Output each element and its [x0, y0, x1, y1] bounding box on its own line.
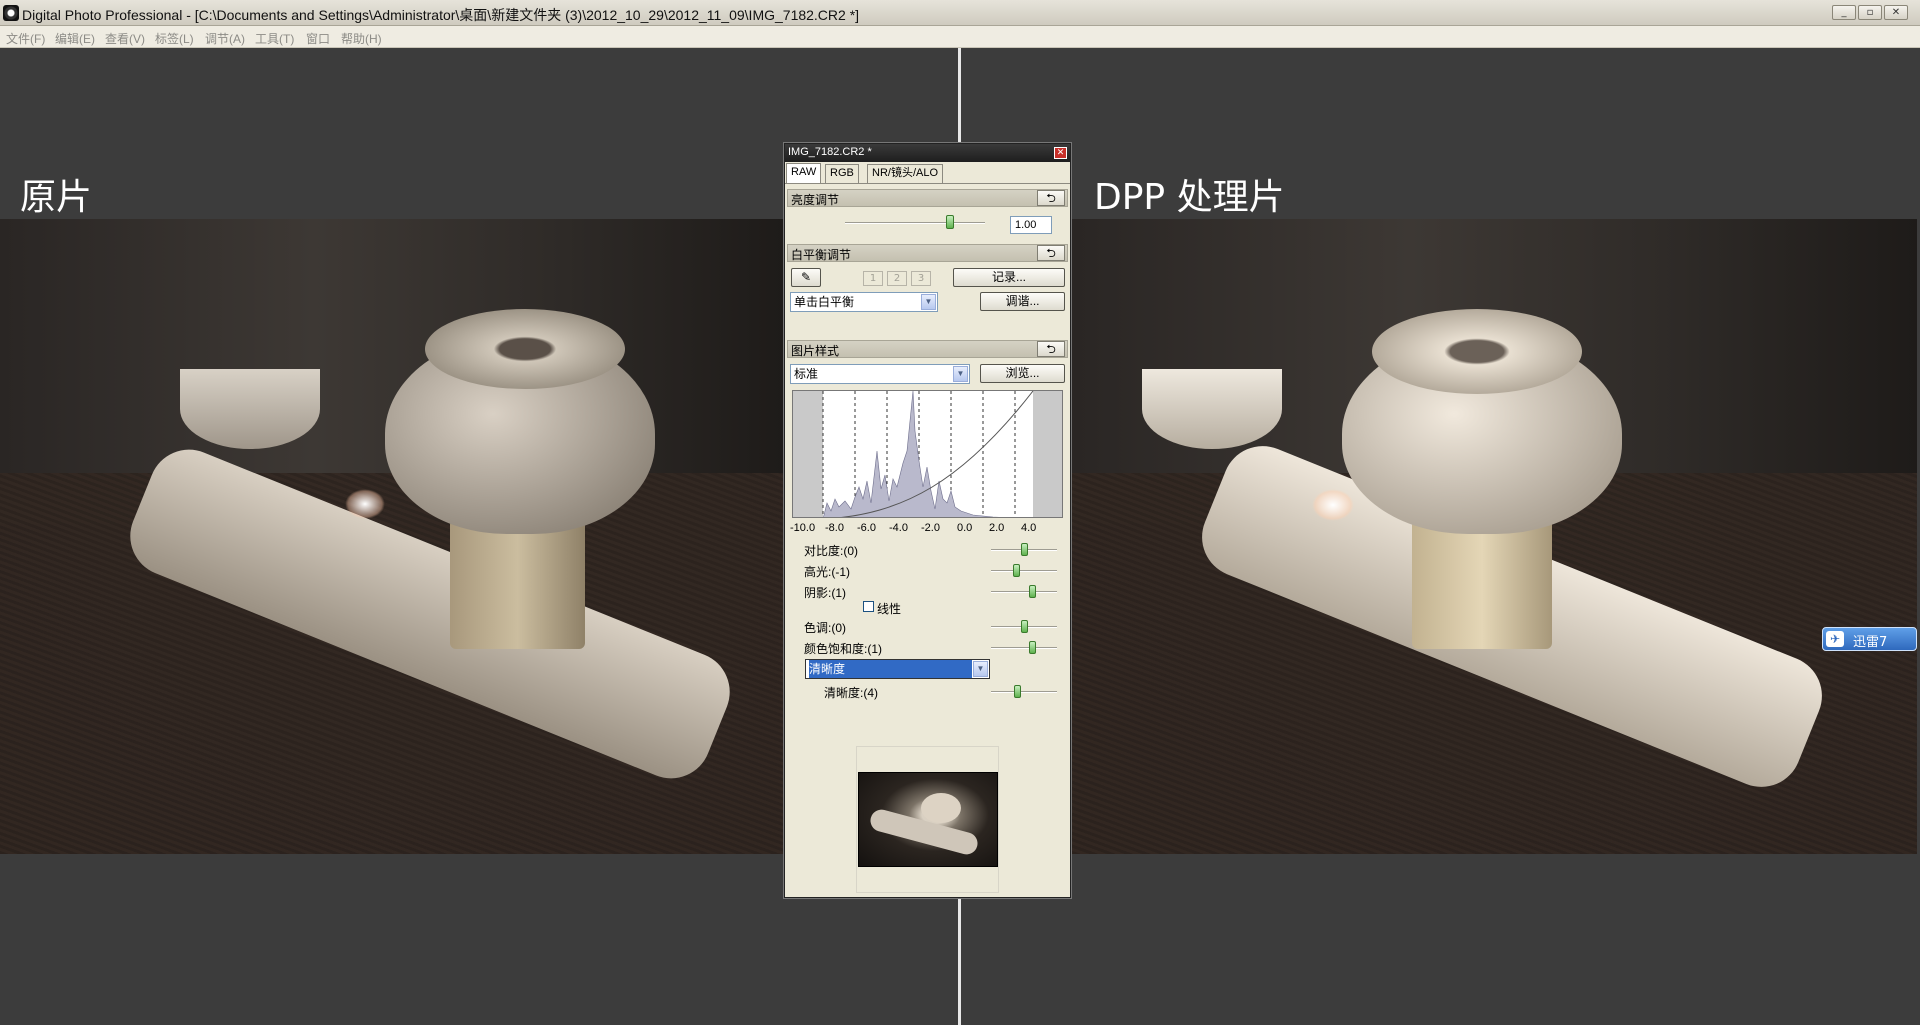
- linear-label: 线性: [877, 602, 902, 616]
- saturation-label: 颜色饱和度:(1): [804, 642, 883, 656]
- sharpness-slider-track[interactable]: [991, 691, 1057, 693]
- palette-title: IMG_7182.CR2 *: [788, 146, 872, 158]
- picture-style-select[interactable]: 标准 ▼: [790, 364, 970, 384]
- processed-pane-label: DPP 处理片: [1094, 177, 1285, 218]
- contrast-label: 对比度:(0): [804, 544, 859, 558]
- brightness-slider-track[interactable]: [845, 222, 985, 224]
- thumbnail-teapot: [921, 793, 961, 823]
- brightness-section-header: 亮度调节 ⮌: [787, 189, 1068, 207]
- photo-candle-glow: [345, 489, 385, 519]
- shadow-slider-thumb[interactable]: [1028, 585, 1036, 598]
- histogram-tick: 2.0: [989, 522, 1005, 534]
- saturation-slider-thumb[interactable]: [1028, 641, 1036, 654]
- histogram-tick: -6.0: [857, 522, 876, 534]
- photo-teapot-lid: [425, 309, 625, 389]
- xunlei-label: 迅雷7: [1853, 635, 1888, 650]
- brightness-value-field[interactable]: 1.00: [1010, 216, 1052, 234]
- original-photo[interactable]: [0, 219, 785, 854]
- wb-slot-2[interactable]: 2: [887, 271, 907, 286]
- sharpness-label: 清晰度:(4): [824, 686, 879, 700]
- palette-close-icon[interactable]: ✕: [1054, 147, 1067, 159]
- photo-teapot-stand: [450, 519, 585, 649]
- histogram-graphic: [793, 391, 1062, 517]
- eyedropper-icon: ✎: [800, 270, 812, 284]
- sharpness-slider-thumb[interactable]: [1014, 685, 1022, 698]
- wb-mode-select[interactable]: 单击白平衡 ▼: [790, 292, 938, 312]
- histogram-tick: -2.0: [921, 522, 940, 534]
- histogram-tick: -4.0: [889, 522, 908, 534]
- menu-tools[interactable]: 工具(T): [255, 30, 294, 47]
- xunlei-bird-icon: ✈: [1826, 631, 1844, 647]
- picture-style-value: 标准: [794, 367, 819, 381]
- highlight-slider-thumb[interactable]: [1013, 564, 1021, 577]
- histogram-tick: -8.0: [825, 522, 844, 534]
- picture-style-section-header: 图片样式 ⮌: [787, 340, 1068, 358]
- tab-strip-divider: [785, 183, 1070, 184]
- saturation-slider-track[interactable]: [991, 647, 1057, 649]
- picture-style-header-label: 图片样式: [791, 344, 840, 358]
- browse-button[interactable]: 浏览...: [980, 364, 1065, 383]
- menu-help[interactable]: 帮助(H): [341, 30, 382, 47]
- close-window-button[interactable]: ✕: [1884, 5, 1908, 20]
- color-tone-slider-thumb[interactable]: [1021, 620, 1028, 633]
- menu-file[interactable]: 文件(F): [6, 30, 45, 47]
- histogram-tick: 4.0: [1021, 522, 1037, 534]
- menu-window[interactable]: 窗口: [306, 30, 330, 47]
- highlight-label: 高光:(-1): [804, 565, 850, 579]
- chevron-down-icon[interactable]: ▼: [921, 294, 936, 310]
- title-bar: Digital Photo Professional - [C:\Documen…: [0, 0, 1920, 26]
- processed-photo[interactable]: [1072, 219, 1917, 854]
- tone-curve-histogram[interactable]: [792, 390, 1063, 518]
- window-title: Digital Photo Professional - [C:\Documen…: [22, 7, 860, 23]
- wb-mode-value: 单击白平衡: [794, 295, 855, 309]
- picture-style-reset-icon[interactable]: ⮌: [1037, 341, 1065, 357]
- wb-register-button[interactable]: 记录...: [953, 268, 1065, 287]
- app-icon: [3, 5, 19, 21]
- brightness-header-label: 亮度调节: [791, 193, 840, 207]
- sharpness-mode-select[interactable]: 清晰度 ▼: [805, 659, 990, 679]
- highlight-slider-track[interactable]: [991, 570, 1057, 572]
- white-balance-section-header: 白平衡调节 ⮌: [787, 244, 1068, 262]
- photo-candle-glow: [1312, 489, 1354, 521]
- white-balance-reset-icon[interactable]: ⮌: [1037, 245, 1065, 261]
- wb-slot-3[interactable]: 3: [911, 271, 931, 286]
- sharpness-mode-value: 清晰度: [809, 660, 972, 678]
- restore-button[interactable]: ▫: [1858, 5, 1882, 20]
- wb-slot-1[interactable]: 1: [863, 271, 883, 286]
- menu-view[interactable]: 查看(V): [105, 30, 145, 47]
- wb-tune-button[interactable]: 调谐...: [980, 292, 1065, 311]
- histogram-right-clip: [1033, 391, 1062, 517]
- navigator-thumbnail[interactable]: [858, 772, 998, 867]
- brightness-reset-icon[interactable]: ⮌: [1037, 190, 1065, 206]
- photo-teapot-lid: [1372, 309, 1582, 394]
- menu-edit[interactable]: 编辑(E): [55, 30, 95, 47]
- xunlei-float-widget[interactable]: ✈ 迅雷7: [1822, 627, 1917, 651]
- menu-adjust[interactable]: 调节(A): [205, 30, 245, 47]
- shadow-label: 阴影:(1): [804, 586, 847, 600]
- histogram-tick: -10.0: [790, 522, 816, 534]
- menu-label[interactable]: 标签(L): [155, 30, 194, 47]
- chevron-down-icon[interactable]: ▼: [973, 661, 988, 677]
- histogram-tick: 0.0: [957, 522, 973, 534]
- histogram-left-clip: [793, 391, 823, 517]
- minimize-button[interactable]: _: [1832, 5, 1856, 20]
- original-pane-label: 原片: [20, 177, 93, 218]
- tool-palette: IMG_7182.CR2 * ✕ RAW RGB NR/镜头/ALO 亮度调节 …: [784, 143, 1071, 898]
- chevron-down-icon[interactable]: ▼: [953, 366, 968, 382]
- tab-nr-lens-alo[interactable]: NR/镜头/ALO: [867, 164, 944, 183]
- palette-title-bar[interactable]: IMG_7182.CR2 * ✕: [785, 144, 1070, 162]
- brightness-slider-thumb[interactable]: [946, 215, 954, 229]
- menu-bar: 文件(F) 编辑(E) 查看(V) 标签(L) 调节(A) 工具(T) 窗口 帮…: [0, 26, 1920, 48]
- photo-cup: [1142, 369, 1282, 449]
- tab-rgb[interactable]: RGB: [825, 164, 859, 183]
- color-tone-label: 色调:(0): [804, 621, 847, 635]
- eyedropper-button[interactable]: ✎: [791, 268, 821, 287]
- photo-cup: [180, 369, 320, 449]
- photo-teapot-stand: [1412, 519, 1552, 649]
- tab-raw[interactable]: RAW: [786, 163, 822, 183]
- linear-checkbox[interactable]: [863, 601, 874, 612]
- contrast-slider-thumb[interactable]: [1021, 543, 1028, 556]
- shadow-slider-track[interactable]: [991, 591, 1057, 593]
- white-balance-header-label: 白平衡调节: [791, 248, 852, 262]
